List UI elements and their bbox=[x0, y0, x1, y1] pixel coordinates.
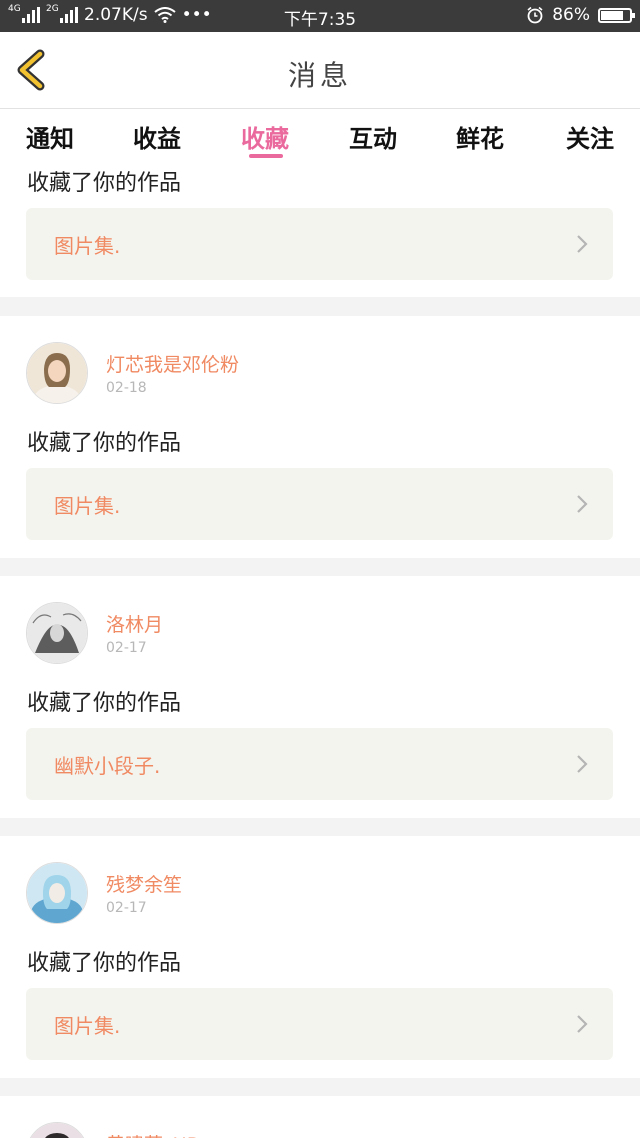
tab-favorites[interactable]: 收藏 bbox=[241, 119, 289, 154]
status-bar: 4G 2G 2.07K/s ••• 下午7:35 86% bbox=[0, 0, 640, 32]
tab-notifications[interactable]: 通知 bbox=[26, 119, 74, 154]
tab-following[interactable]: 关注 bbox=[566, 119, 614, 154]
message-date: 02-17 bbox=[106, 640, 147, 656]
work-link[interactable]: 图片集. bbox=[26, 208, 613, 280]
status-right: 86% bbox=[526, 5, 635, 25]
chevron-right-icon bbox=[577, 235, 588, 253]
work-title: 图片集. bbox=[54, 234, 121, 258]
battery-icon bbox=[598, 7, 635, 23]
message-date: 02-18 bbox=[106, 380, 147, 396]
work-link[interactable]: 图片集. bbox=[26, 988, 613, 1060]
chevron-right-icon bbox=[577, 755, 588, 773]
chevron-right-icon bbox=[577, 1015, 588, 1033]
message-action-text: 收藏了你的作品 bbox=[27, 171, 182, 196]
alarm-icon bbox=[527, 6, 543, 24]
message-item: 洛林月 02-17 收藏了你的作品 幽默小段子. bbox=[0, 576, 640, 818]
message-date: 02-17 bbox=[106, 900, 147, 916]
message-item: 收藏了你的作品 图片集. bbox=[0, 162, 640, 297]
battery-percent: 86% bbox=[552, 5, 590, 25]
tab-flowers[interactable]: 鲜花 bbox=[456, 119, 504, 154]
header: 消息 bbox=[0, 32, 640, 109]
work-title: 幽默小段子. bbox=[54, 754, 161, 778]
message-action-text: 收藏了你的作品 bbox=[27, 431, 182, 456]
message-item: 灯芯我是邓伦粉 02-18 收藏了你的作品 图片集. bbox=[0, 316, 640, 558]
work-link[interactable]: 图片集. bbox=[26, 468, 613, 540]
work-title: 图片集. bbox=[54, 1014, 121, 1038]
message-list: 收藏了你的作品 图片集. 灯芯我是邓伦粉 02-18 收藏了你的作品 图片集. bbox=[0, 162, 640, 1138]
message-action-text: 收藏了你的作品 bbox=[27, 951, 182, 976]
work-title: 图片集. bbox=[54, 494, 121, 518]
tab-interactions[interactable]: 互动 bbox=[349, 119, 397, 154]
username[interactable]: 洛林月 bbox=[106, 610, 163, 637]
username[interactable]: 灯芯我是邓伦粉 bbox=[106, 350, 239, 377]
chevron-right-icon bbox=[577, 495, 588, 513]
tab-bar: 通知 收益 收藏 互动 鲜花 关注 bbox=[0, 109, 640, 162]
work-link[interactable]: 幽默小段子. bbox=[26, 728, 613, 800]
avatar[interactable] bbox=[26, 602, 88, 664]
message-item: 残梦余笙 02-17 收藏了你的作品 图片集. bbox=[0, 836, 640, 1078]
username[interactable]: 黄啸藤_HB bbox=[106, 1130, 200, 1138]
avatar[interactable] bbox=[26, 342, 88, 404]
avatar[interactable] bbox=[26, 862, 88, 924]
tab-earnings[interactable]: 收益 bbox=[133, 119, 181, 154]
active-tab-indicator bbox=[249, 154, 283, 158]
avatar[interactable] bbox=[26, 1122, 88, 1138]
message-item: 黄啸藤_HB bbox=[0, 1096, 640, 1138]
page-title: 消息 bbox=[287, 59, 352, 92]
message-action-text: 收藏了你的作品 bbox=[27, 691, 182, 716]
username[interactable]: 残梦余笙 bbox=[106, 870, 182, 897]
